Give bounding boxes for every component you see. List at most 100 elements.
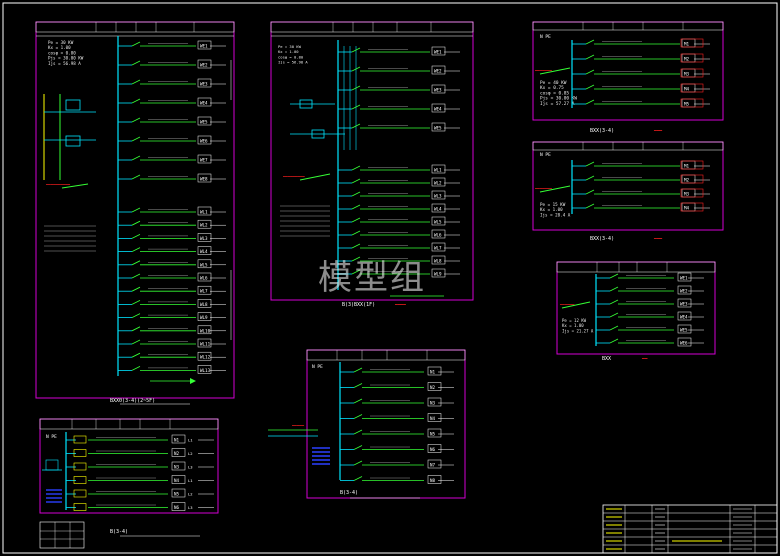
breaker-symbol: [585, 54, 595, 60]
circuit-id: WE1: [434, 50, 442, 55]
circuit-id: WL5: [434, 220, 442, 225]
calc-param: Pe = 40 KW: [540, 80, 567, 86]
circuit-id: WE2: [680, 289, 688, 294]
device-box: [73, 476, 87, 484]
breaker-symbol: [351, 217, 361, 223]
circuit-id: M2: [684, 57, 690, 62]
title-red-mark: ━━━━: [394, 303, 406, 308]
phase-label: L2: [188, 492, 193, 497]
breaker-symbol: [353, 398, 363, 404]
breaker-symbol: [609, 273, 619, 279]
circuit-id: WL7: [434, 246, 442, 251]
circuit-id: WE8: [200, 177, 208, 182]
circuit-id: N8: [430, 478, 436, 483]
breaker-symbol: [609, 338, 619, 344]
circuit-id: WL2: [200, 223, 208, 228]
circuit-id: WL8: [200, 302, 208, 307]
circuit-id: N6: [174, 505, 180, 510]
calc-param: Ijs = 21.27 A: [562, 328, 594, 333]
circuit-id: M4: [684, 87, 690, 92]
breaker-symbol: [131, 220, 141, 226]
breaker-symbol: [353, 383, 363, 388]
circuit-id: WL7: [200, 289, 208, 294]
breaker-symbol: [609, 312, 619, 318]
circuit-id: M4: [684, 206, 690, 211]
breaker-symbol: [585, 161, 595, 167]
breaker-symbol: [353, 367, 363, 373]
circuit-id: N2: [174, 451, 180, 456]
circuit-id: WL12: [200, 355, 211, 360]
table-header: [306, 349, 466, 361]
circuit-id: WE5: [200, 120, 208, 125]
breaker-symbol: [609, 299, 619, 305]
title-block: [602, 504, 778, 554]
circuit-id: WL9: [434, 272, 442, 277]
cad-drawing-canvas: Pe = 30 KW Kx = 1.00 cosφ = 0.80 Pjs = 30.0…: [0, 0, 780, 556]
breaker-symbol: [351, 204, 361, 210]
breaker-symbol: [353, 414, 363, 419]
title-red-mark: ━━━: [653, 129, 662, 134]
circuit-id: WL4: [434, 207, 442, 212]
incoming-label: ━━━━━━━━━━: [45, 182, 71, 187]
circuit-id: WL4: [200, 249, 208, 254]
circuit-id: WL3: [200, 236, 208, 241]
title-red-mark: ━━: [641, 357, 648, 362]
breaker-symbol: [131, 352, 141, 358]
pe-label: N PE: [540, 152, 551, 158]
panel-3: N PEPe = 40 KWKx = 0.75cosφ = 0.85Pjs = …: [532, 21, 724, 134]
circuit-id: N6: [430, 447, 436, 452]
circuit-id: WE4: [680, 315, 688, 320]
breaker-symbol: [353, 429, 363, 435]
circuit-id: WE5: [434, 126, 442, 131]
circuit-id: WL6: [200, 276, 208, 281]
circuit-id: WL10: [200, 328, 211, 333]
device-box: [73, 462, 87, 471]
circuit-id: WE5: [680, 328, 688, 333]
circuit-id: WE6: [200, 139, 208, 144]
breaker-symbol: [585, 175, 595, 181]
circuit-id: M3: [684, 192, 690, 197]
breaker-symbol: [131, 207, 141, 213]
calc-param: Ijs = 56.98 A: [48, 61, 81, 66]
breaker-symbol: [131, 260, 141, 266]
ground-arrow: [190, 378, 196, 384]
breaker-symbol: [351, 230, 361, 236]
circuit-id: WL3: [434, 194, 442, 199]
circuit-id: WL8: [434, 259, 442, 264]
circuit-id: N3: [430, 401, 436, 406]
circuit-id: WE6: [680, 341, 688, 346]
circuit-id: M5: [684, 102, 690, 107]
panel-1-title: BXX0(3-4)(2~5F): [110, 398, 155, 404]
calc-param: Ijs = 56.98 A: [278, 60, 308, 65]
breaker-symbol: [585, 39, 595, 45]
pe-label: N PE: [312, 364, 323, 370]
breaker-symbol: [131, 365, 141, 371]
circuit-id: WL1: [200, 210, 208, 215]
phase-label: L3: [188, 505, 193, 510]
calc-param: Ijs = 28.4 A: [540, 212, 571, 217]
phase-label: L1: [188, 438, 193, 443]
breaker-symbol: [351, 191, 361, 197]
circuit-id: WL1: [434, 168, 442, 173]
breaker-symbol: [585, 203, 595, 209]
pe-label: N PE: [540, 34, 551, 40]
circuit-id: WE4: [434, 107, 442, 112]
breaker-symbol: [585, 69, 595, 75]
circuit-id: N5: [174, 492, 180, 497]
breaker-symbol: [131, 273, 141, 279]
table-header: [35, 21, 235, 33]
breaker-symbol: [131, 326, 141, 332]
circuit-id: M2: [684, 178, 690, 183]
circuit-id: N1: [174, 438, 180, 443]
breaker-symbol: [609, 286, 619, 292]
breaker-symbol: [131, 247, 141, 253]
panel-5: N PE N1 L1 N2 L2 N3 L3 N4 L1 N5 L2 N6 L3 B(3-4): [39, 418, 219, 537]
breaker-symbol: [585, 99, 595, 105]
panel-2-title: B(3)BXX(1F): [342, 302, 375, 308]
circuit-id: WL9: [200, 315, 208, 320]
circuit-id: WL2: [434, 181, 442, 186]
breaker-symbol: [131, 98, 141, 104]
breaker-symbol: [353, 476, 363, 481]
table-header: [39, 418, 219, 430]
panel-4-title: BXX(3-4): [590, 236, 614, 242]
